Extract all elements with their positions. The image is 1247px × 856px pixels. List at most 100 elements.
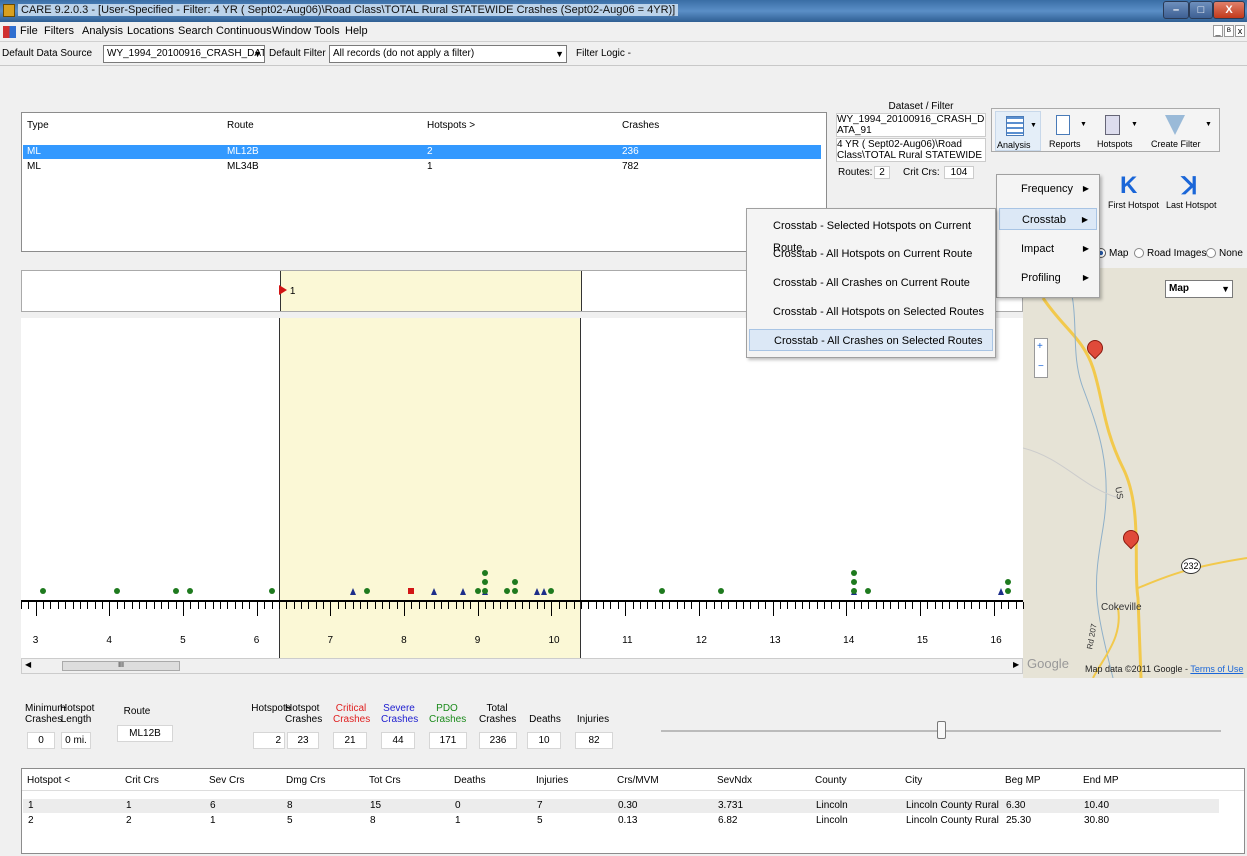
menu-analysis[interactable]: Analysis	[82, 25, 123, 37]
radio-road-images[interactable]	[1134, 248, 1144, 258]
mdi-restore-button[interactable]: ᴮ	[1224, 25, 1234, 37]
hotspot-col-header[interactable]: Tot Crs	[369, 775, 401, 786]
zoom-control[interactable]: + −	[1034, 338, 1048, 378]
scroll-left-icon[interactable]: ◀	[25, 660, 31, 669]
route-row[interactable]: ML ML12B 2 236	[23, 145, 821, 159]
create-filter-button[interactable]: ▼ Create Filter	[1145, 111, 1215, 151]
crash-marker-pdo[interactable]	[364, 588, 371, 594]
hotspot-col-header[interactable]: County	[815, 775, 847, 786]
scroll-right-icon[interactable]: ▶	[1013, 660, 1019, 669]
menu-file[interactable]: File	[20, 25, 38, 37]
hotspot-row[interactable]: 1 1 6 8 15 0 7 0.30 3.731 Lincoln Lincoln County R…	[23, 799, 1219, 813]
crash-marker-pdo[interactable]	[511, 579, 518, 585]
menu-window[interactable]: Window	[272, 25, 311, 37]
menu-search[interactable]: Search	[178, 25, 213, 37]
default-filter-select[interactable]: All records (do not apply a filter) ▼	[329, 45, 567, 63]
threshold-slider-track[interactable]	[661, 721, 1221, 739]
crash-marker-pdo[interactable]	[511, 588, 518, 594]
col-route[interactable]: Route	[227, 120, 254, 131]
menu-item-profiling[interactable]: Profiling ▶	[999, 267, 1097, 289]
menu-help[interactable]: Help	[345, 25, 368, 37]
data-source-select[interactable]: WY_1994_20100916_CRASH_DATA_9▼	[103, 45, 265, 63]
crash-marker-severe[interactable]	[533, 588, 540, 595]
zoom-out-icon[interactable]: −	[1038, 361, 1044, 372]
map-type-select[interactable]: Map ▼	[1165, 280, 1233, 298]
zoom-in-icon[interactable]: +	[1037, 341, 1043, 352]
menu-item-crosstab[interactable]: Crosstab ▶	[999, 208, 1097, 230]
hotspot-col-header[interactable]: Dmg Crs	[286, 775, 325, 786]
crash-marker-severe[interactable]	[997, 588, 1004, 595]
crash-marker-pdo[interactable]	[1005, 588, 1012, 594]
first-hotspot-button[interactable]: K First Hotspot	[1108, 172, 1159, 212]
crosstab-all-crashes-current-route[interactable]: Crosstab - All Crashes on Current Route	[749, 272, 993, 294]
crash-marker-pdo[interactable]	[268, 588, 275, 594]
min-crashes-value[interactable]: 0	[27, 732, 55, 749]
crash-marker-severe[interactable]	[541, 588, 548, 595]
menu-item-impact[interactable]: Impact ▶	[999, 238, 1097, 260]
crash-marker-pdo[interactable]	[504, 588, 511, 594]
route-row[interactable]: ML ML34B 1 782	[23, 160, 821, 174]
crash-marker-pdo[interactable]	[40, 588, 47, 594]
strip-scrollbar[interactable]: ◀ III ▶	[21, 658, 1023, 674]
maximize-button[interactable]: □	[1189, 1, 1213, 19]
crash-marker-pdo[interactable]	[113, 588, 120, 594]
reports-button[interactable]: ▼ Reports	[1044, 111, 1090, 151]
crosstab-all-hotspots-current-route[interactable]: Crosstab - All Hotspots on Current Route	[749, 243, 993, 265]
crash-marker-pdo[interactable]	[658, 588, 665, 594]
menu-tools[interactable]: Tools	[314, 25, 340, 37]
col-crashes[interactable]: Crashes	[622, 120, 659, 131]
radio-none[interactable]	[1206, 248, 1216, 258]
crash-strip[interactable]: 3 4 5 6 7 8 9 10 11 12 13 14 15 16	[21, 318, 1024, 658]
hotspot-col-header[interactable]: Deaths	[454, 775, 486, 786]
threshold-slider-thumb[interactable]	[937, 721, 946, 739]
mdi-minimize-button[interactable]: _	[1213, 25, 1223, 37]
hotspot-length-value[interactable]: 0 mi.	[61, 732, 91, 749]
minimize-button[interactable]: –	[1163, 1, 1189, 19]
crash-marker-pdo[interactable]	[1005, 579, 1012, 585]
hotspot-band-highlight[interactable]: 1	[278, 271, 582, 311]
crash-marker-severe[interactable]	[460, 588, 467, 595]
hotspot-col-header[interactable]: SevNdx	[717, 775, 752, 786]
close-button[interactable]: X	[1213, 1, 1245, 19]
hotspot-col-header[interactable]: Sev Crs	[209, 775, 245, 786]
hotspot-col-header[interactable]: Beg MP	[1005, 775, 1041, 786]
crash-marker-pdo[interactable]	[865, 588, 872, 594]
crosstab-all-crashes-selected-routes[interactable]: Crosstab - All Crashes on Selected Route…	[749, 329, 993, 351]
crash-marker-severe[interactable]	[430, 588, 437, 595]
scroll-thumb[interactable]: III	[62, 661, 180, 671]
crash-marker-pdo[interactable]	[482, 579, 489, 585]
crosstab-selected-hotspots-current-route[interactable]: Crosstab - Selected Hotspots on Current …	[749, 215, 993, 254]
crash-marker-pdo[interactable]	[474, 588, 481, 594]
crash-marker-pdo[interactable]	[172, 588, 179, 594]
crash-marker-pdo[interactable]	[717, 588, 724, 594]
crosstab-all-hotspots-selected-routes[interactable]: Crosstab - All Hotspots on Selected Rout…	[749, 301, 993, 323]
analysis-button[interactable]: ▼ Analysis	[995, 111, 1041, 151]
hotspot-col-header[interactable]: Crit Crs	[125, 775, 159, 786]
hotspot-row[interactable]: 2 2 1 5 8 1 5 0.13 6.82 Lincoln Lincoln County Rur…	[23, 814, 1219, 828]
hotspot-col-header[interactable]: End MP	[1083, 775, 1119, 786]
crash-marker-fatal[interactable]	[408, 588, 415, 594]
crash-marker-pdo[interactable]	[187, 588, 194, 594]
menu-item-frequency[interactable]: Frequency ▶	[999, 178, 1097, 200]
crash-marker-severe[interactable]	[349, 588, 356, 595]
menu-filters[interactable]: Filters	[44, 25, 74, 37]
crash-marker-pdo[interactable]	[850, 579, 857, 585]
col-type[interactable]: Type	[27, 120, 49, 131]
menu-locations[interactable]: Locations	[127, 25, 174, 37]
crash-marker-pdo[interactable]	[850, 570, 857, 576]
pdo-crashes-value: 171	[429, 732, 467, 749]
hotspot-col-header[interactable]: Injuries	[536, 775, 568, 786]
hotspot-col-header[interactable]: Hotspot <	[27, 775, 70, 786]
terms-link[interactable]: Terms of Use	[1190, 664, 1243, 674]
hotspot-col-header[interactable]: City	[905, 775, 922, 786]
crash-marker-pdo[interactable]	[548, 588, 555, 594]
crash-marker-pdo[interactable]	[482, 570, 489, 576]
col-hotspots[interactable]: Hotspots >	[427, 120, 475, 131]
menu-continuous[interactable]: Continuous	[216, 25, 272, 37]
last-hotspot-button[interactable]: ꓘ Last Hotspot	[1166, 172, 1217, 212]
hotspot-col-header[interactable]: Crs/MVM	[617, 775, 659, 786]
mdi-close-button[interactable]: x	[1235, 25, 1245, 37]
map-view[interactable]: + − 232 Cokeville US Rd 207 Google Map d…	[1023, 268, 1247, 678]
crash-marker-pdo[interactable]	[850, 588, 857, 594]
hotspots-button[interactable]: ▼ Hotspots	[1095, 111, 1141, 151]
